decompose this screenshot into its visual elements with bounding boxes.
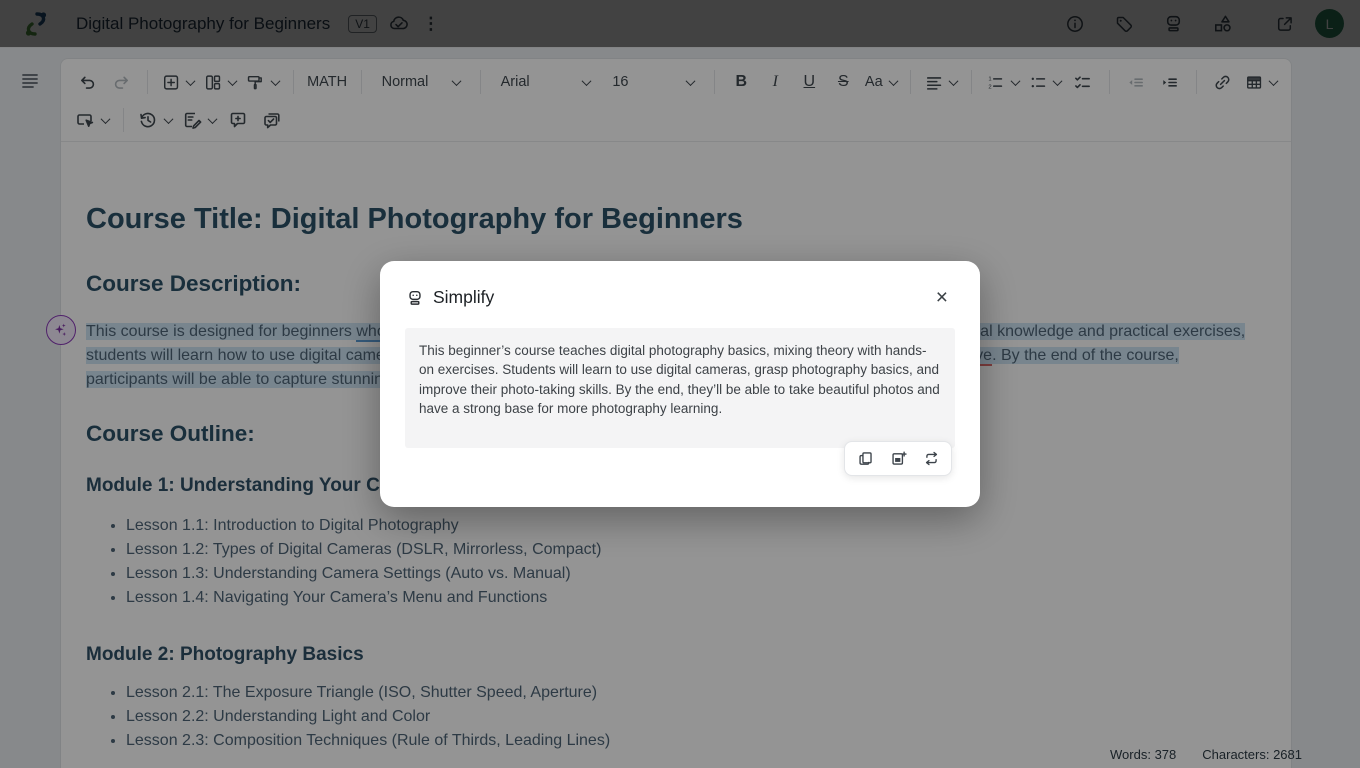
regenerate-button[interactable] [916,445,946,472]
copy-result-button[interactable] [850,445,880,472]
ai-result-text: This beginner’s course teaches digital p… [419,343,940,416]
insert-result-button[interactable] [883,445,913,472]
copy-icon [858,452,872,465]
ai-result-actions [844,441,952,476]
regenerate-icon [925,451,937,466]
insert-document-icon [891,451,907,465]
dialog-title: Simplify [433,287,495,307]
ai-result-box: This beginner’s course teaches digital p… [405,328,955,448]
simplify-dialog: Simplify × This beginner’s course teache… [380,261,980,507]
ai-assistant-icon [409,290,421,305]
dialog-header: Simplify × [380,261,980,310]
close-dialog-button[interactable]: × [930,285,954,310]
